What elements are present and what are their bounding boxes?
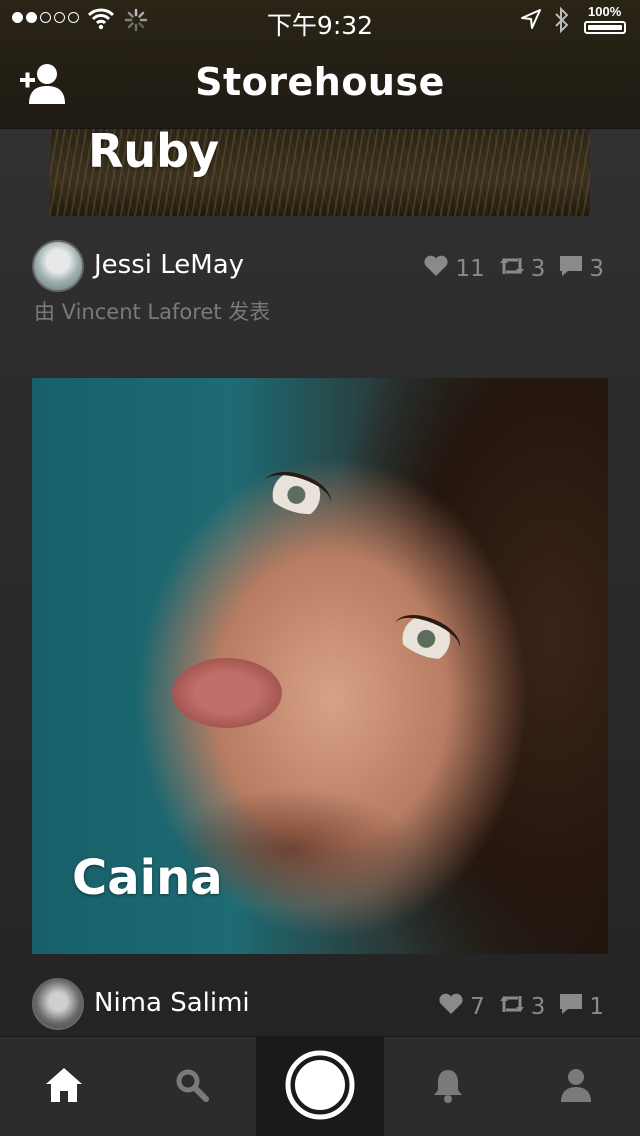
story-title: Caina	[72, 850, 223, 906]
story-card[interactable]: Ruby	[50, 128, 590, 216]
comment-count: 3	[589, 256, 604, 282]
battery-icon	[584, 21, 626, 34]
avatar[interactable]	[32, 978, 84, 1030]
battery-percentage: 100%	[588, 4, 622, 19]
repost-icon	[499, 254, 531, 284]
heart-icon	[423, 255, 455, 283]
repost-stat[interactable]: 3	[499, 992, 546, 1022]
story-title: Ruby	[88, 128, 220, 178]
location-arrow-icon	[520, 8, 542, 36]
like-count: 11	[455, 256, 485, 282]
comment-count: 1	[589, 994, 604, 1020]
comment-stat[interactable]: 3	[559, 255, 604, 283]
like-stat[interactable]: 7	[438, 993, 485, 1021]
profile-icon	[559, 1067, 593, 1107]
app-screen: Storehouse 下午9:32 100% Ruby Jessi LeMay …	[0, 0, 640, 1136]
capture-button-icon	[285, 1050, 355, 1124]
post-stats: 7 3 1	[424, 992, 604, 1022]
tab-home[interactable]	[0, 1037, 128, 1136]
repost-stat[interactable]: 3	[499, 254, 546, 284]
status-time: 下午9:32	[266, 11, 374, 40]
like-count: 7	[470, 994, 485, 1020]
bluetooth-icon	[553, 6, 571, 40]
tab-bar	[0, 1036, 640, 1136]
story-cover-image-detail	[387, 606, 467, 668]
repost-count: 3	[530, 994, 546, 1020]
post-meta: Jessi LeMay 由 Vincent Laforet 发表 11 3 3	[32, 240, 608, 330]
author-name[interactable]: Jessi LeMay	[94, 250, 244, 280]
status-bar: 下午9:32 100%	[0, 0, 640, 40]
avatar[interactable]	[32, 240, 84, 292]
comment-icon	[559, 993, 589, 1021]
author-name[interactable]: Nima Salimi	[94, 988, 250, 1018]
comment-stat[interactable]: 1	[559, 993, 604, 1021]
repost-count: 3	[530, 256, 546, 282]
post-stats: 11 3 3	[409, 254, 604, 284]
heart-icon	[438, 993, 470, 1021]
like-stat[interactable]: 11	[423, 255, 485, 283]
comment-icon	[559, 255, 589, 283]
tab-capture[interactable]	[256, 1037, 384, 1136]
tab-search[interactable]	[128, 1037, 256, 1136]
notifications-bell-icon	[431, 1067, 465, 1107]
search-icon	[175, 1068, 209, 1106]
story-card[interactable]: Caina	[32, 378, 608, 954]
tab-notifications[interactable]	[384, 1037, 512, 1136]
tab-profile[interactable]	[512, 1037, 640, 1136]
story-cover-image-detail	[172, 658, 282, 728]
repost-icon	[499, 992, 531, 1022]
page-title: Storehouse	[195, 60, 445, 104]
story-cover-image	[257, 464, 337, 522]
home-icon	[44, 1066, 84, 1108]
byline[interactable]: 由 Vincent Laforet 发表	[34, 296, 270, 326]
